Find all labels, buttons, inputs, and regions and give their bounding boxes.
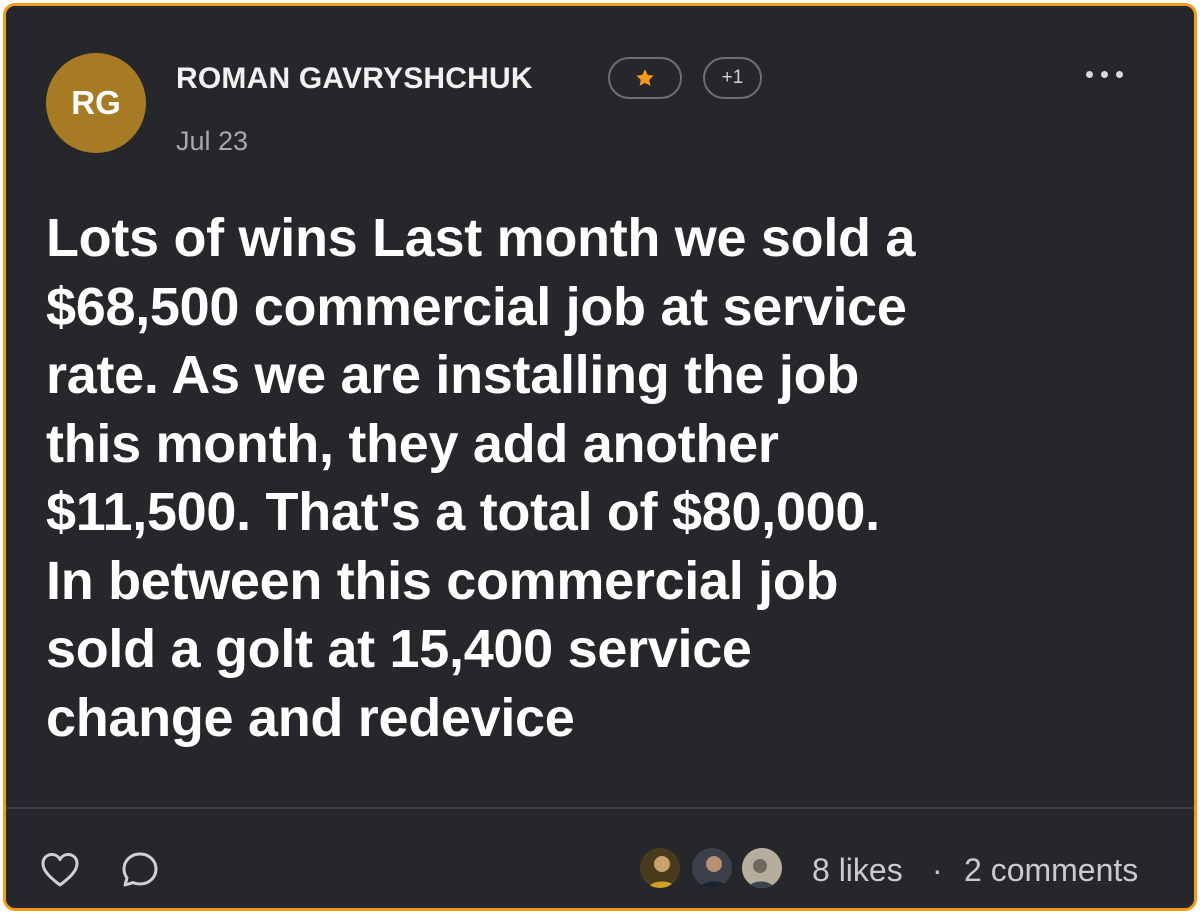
post-date[interactable]: Jul 23 <box>176 126 248 157</box>
author-initials: RG <box>71 84 121 121</box>
stats-separator: · <box>932 852 943 888</box>
level-badge[interactable] <box>608 57 682 99</box>
post-card: RG ROMAN GAVRYSHCHUK +1 Jul 23 Lots of w… <box>3 3 1197 911</box>
heart-icon[interactable] <box>38 848 82 892</box>
plus-badge-label: +1 <box>721 67 744 88</box>
comments-count[interactable]: 2 comments <box>964 852 1138 889</box>
liker-avatar[interactable] <box>638 846 682 890</box>
likes-count[interactable]: 8 likes <box>812 852 903 889</box>
more-horizontal-icon[interactable] <box>1086 64 1136 84</box>
author-name[interactable]: ROMAN GAVRYSHCHUK <box>176 62 533 96</box>
post-body: Lots of wins Last month we sold a $68,50… <box>46 208 916 748</box>
comment-bubble-icon[interactable] <box>118 848 162 892</box>
star-icon <box>636 69 654 86</box>
liker-avatar[interactable] <box>740 846 784 890</box>
author-avatar[interactable]: RG <box>46 53 146 153</box>
plus-badge[interactable]: +1 <box>703 57 762 99</box>
divider <box>6 807 1194 809</box>
liker-avatar[interactable] <box>690 846 734 890</box>
